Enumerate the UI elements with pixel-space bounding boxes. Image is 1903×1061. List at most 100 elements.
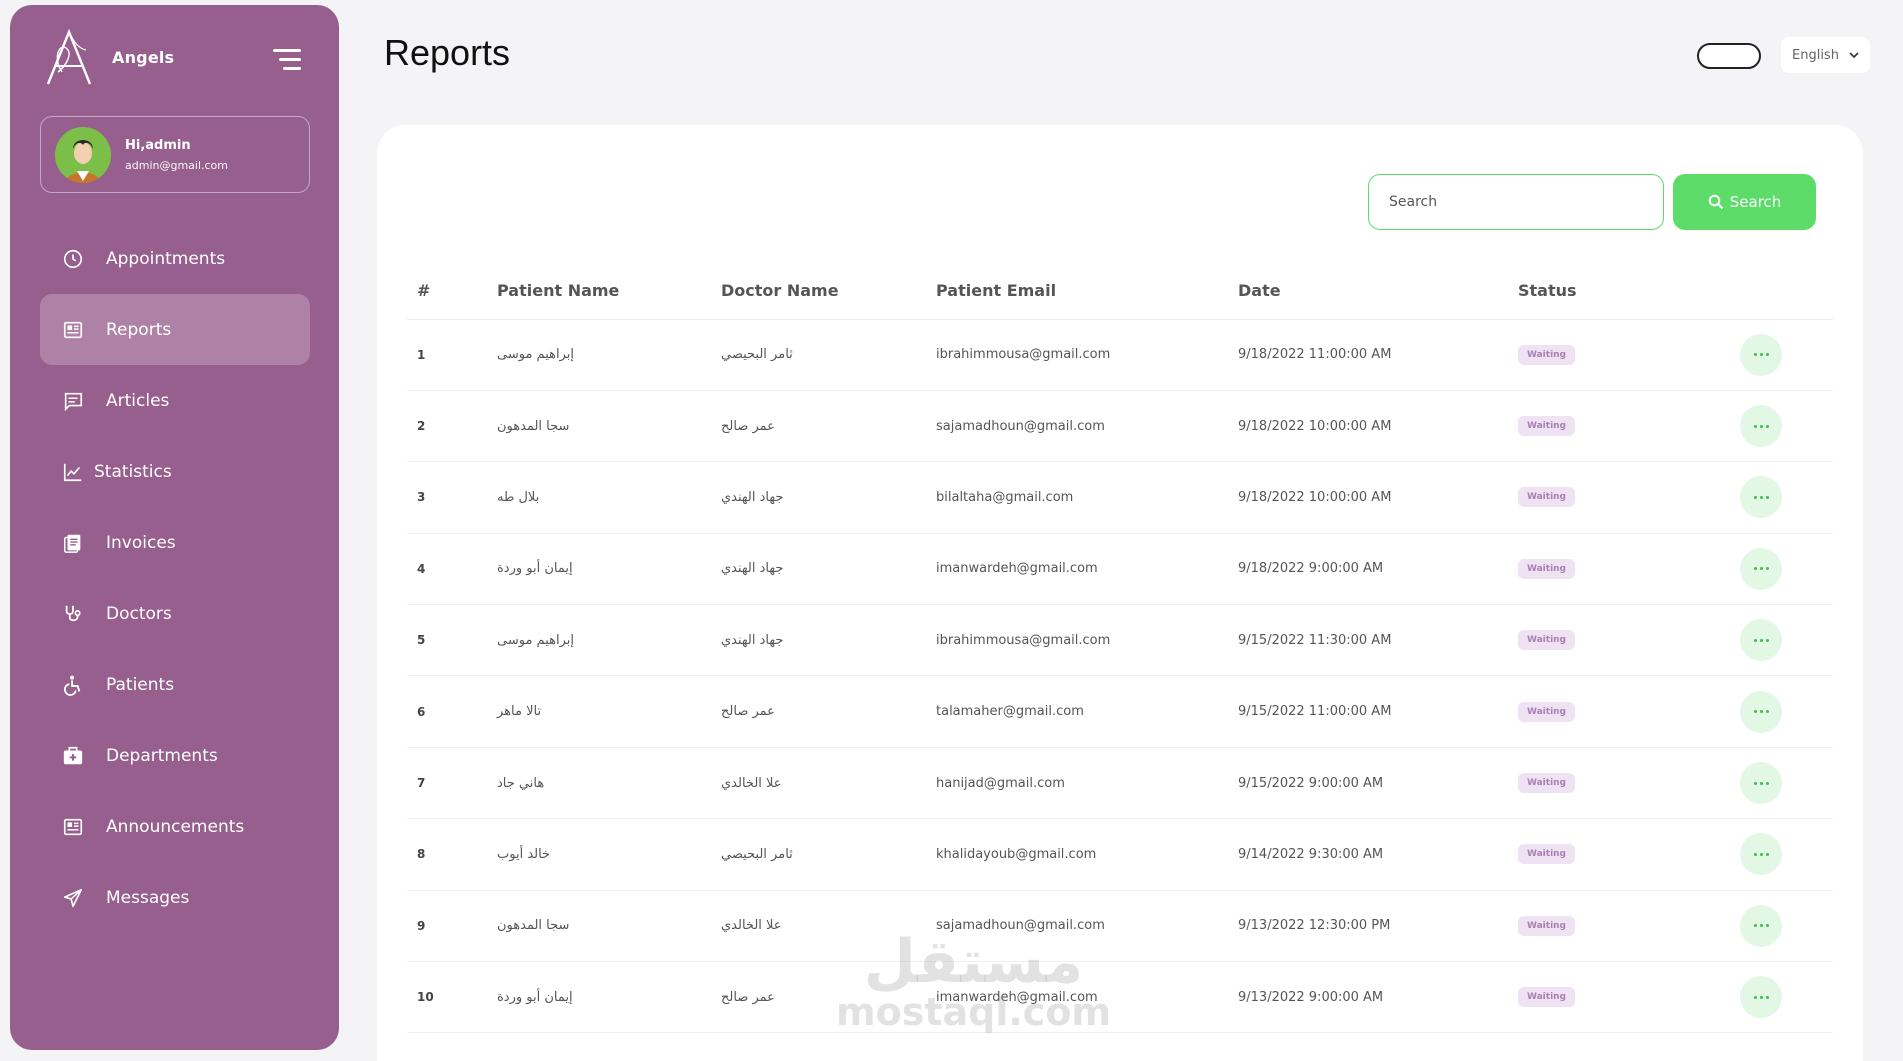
search-button[interactable]: Search (1673, 174, 1816, 230)
table-row[interactable]: 6 تالا ماهر عمر صالح talamaher@gmail.com 9/1… (407, 675, 1833, 748)
stethoscope-icon (60, 601, 86, 627)
brand[interactable]: Angels (42, 27, 174, 87)
actions-cell (1740, 461, 1833, 534)
more-options-button[interactable] (1740, 619, 1782, 662)
patient-email: bilaltaha@gmail.com (936, 461, 1238, 534)
appointment-date: 9/15/2022 11:00:00 AM (1238, 675, 1518, 748)
row-number: 8 (407, 818, 497, 891)
column-header-patient-name[interactable]: Patient Name (497, 263, 721, 320)
table-row[interactable]: 3 بلال طه جهاد الهندي bilaltaha@gmail.com 9/… (407, 461, 1833, 534)
actions-cell (1740, 604, 1833, 677)
more-options-button[interactable] (1740, 762, 1782, 805)
sidebar-item-statistics[interactable]: Statistics (40, 436, 310, 507)
patient-name: بلال طه (497, 461, 721, 534)
more-options-button[interactable] (1740, 476, 1782, 519)
table-row[interactable]: 9 سجا المدهون علا الخالدي sajamadhoun@gmail… (407, 890, 1833, 963)
status-badge: Waiting (1518, 416, 1576, 437)
doctor-name: عمر صالح (721, 675, 936, 748)
patient-email: talamaher@gmail.com (936, 675, 1238, 748)
language-select[interactable]: English (1781, 37, 1870, 73)
user-card[interactable]: Hi,admin admin@gmail.com (40, 116, 310, 193)
more-options-button[interactable] (1740, 333, 1782, 376)
search-input[interactable] (1368, 174, 1664, 230)
status-cell: Waiting (1518, 961, 1740, 1034)
table-row[interactable]: 10 إيمان أبو وردة عمر صالح imanwardeh@gmail… (407, 961, 1833, 1034)
more-options-button[interactable] (1740, 976, 1782, 1019)
sidebar-item-announcements[interactable]: Announcements (40, 791, 310, 862)
status-cell: Waiting (1518, 604, 1740, 677)
more-options-button[interactable] (1740, 833, 1782, 876)
patient-name: هاني جاد (497, 747, 721, 820)
appointment-date: 9/18/2022 10:00:00 AM (1238, 390, 1518, 463)
more-options-button[interactable] (1740, 904, 1782, 947)
status-badge: Waiting (1518, 487, 1576, 508)
doctor-name: جهاد الهندي (721, 461, 936, 534)
patient-email: ibrahimmousa@gmail.com (936, 319, 1238, 391)
sidebar-item-label: Articles (106, 390, 170, 411)
table-header-row: # Patient Name Doctor Name Patient Email… (407, 263, 1833, 320)
angels-logo-icon (46, 28, 92, 85)
status-cell: Waiting (1518, 319, 1740, 391)
patient-email: hanijad@gmail.com (936, 747, 1238, 820)
theme-toggle[interactable] (1697, 43, 1761, 69)
patient-name: خالد أيوب (497, 818, 721, 891)
sidebar-item-articles[interactable]: Articles (40, 365, 310, 436)
language-label: English (1792, 47, 1839, 63)
search-icon (1708, 194, 1723, 210)
table-row[interactable]: 5 إبراهيم موسى جهاد الهندي ibrahimmousa@gma… (407, 604, 1833, 677)
status-badge: Waiting (1518, 773, 1576, 794)
actions-cell (1740, 818, 1833, 891)
newspaper-icon (60, 814, 86, 840)
sidebar-item-invoices[interactable]: Invoices (40, 507, 310, 578)
sidebar-nav: Appointments Reports Articles Statistics… (40, 223, 310, 933)
column-header-patient-email[interactable]: Patient Email (936, 263, 1238, 320)
table-row[interactable]: 4 إيمان أبو وردة جهاد الهندي imanwardeh@gma… (407, 533, 1833, 606)
doctor-name: علا الخالدي (721, 890, 936, 963)
sidebar-item-label: Announcements (106, 816, 245, 837)
doctor-name: علا الخالدي (721, 747, 936, 820)
row-number: 10 (407, 961, 497, 1034)
appointment-date: 9/14/2022 9:30:00 AM (1238, 818, 1518, 891)
more-options-button[interactable] (1740, 547, 1782, 590)
more-options-button[interactable] (1740, 405, 1782, 448)
wheelchair-icon (60, 672, 86, 698)
sidebar-item-label: Statistics (94, 461, 172, 482)
table-row[interactable]: 8 خالد أيوب ثامر البحيصي khalidayoub@gmail.… (407, 818, 1833, 891)
doctor-name: عمر صالح (721, 961, 936, 1034)
sidebar-item-doctors[interactable]: Doctors (40, 578, 310, 649)
sidebar-item-departments[interactable]: Departments (40, 720, 310, 791)
sidebar-item-appointments[interactable]: Appointments (40, 223, 310, 294)
paper-plane-icon (60, 885, 86, 911)
table-row[interactable]: 1 إبراهيم موسى ثامر البحيصي ibrahimmousa@gm… (407, 319, 1833, 391)
row-number: 3 (407, 461, 497, 534)
chevron-down-icon (1849, 52, 1859, 59)
status-cell: Waiting (1518, 675, 1740, 748)
column-header-doctor-name[interactable]: Doctor Name (721, 263, 936, 320)
table-row[interactable]: 2 سجا المدهون عمر صالح sajamadhoun@gmail.co… (407, 390, 1833, 463)
actions-cell (1740, 533, 1833, 606)
sidebar-item-messages[interactable]: Messages (40, 862, 310, 933)
sidebar-item-patients[interactable]: Patients (40, 649, 310, 720)
patient-email: khalidayoub@gmail.com (936, 818, 1238, 891)
row-number: 5 (407, 604, 497, 677)
patient-name: سجا المدهون (497, 890, 721, 963)
chart-line-icon (60, 459, 86, 485)
reports-table: # Patient Name Doctor Name Patient Email… (407, 263, 1833, 1034)
status-badge: Waiting (1518, 558, 1576, 579)
menu-toggle-icon[interactable] (273, 49, 303, 73)
status-badge: Waiting (1518, 987, 1576, 1008)
patient-email: sajamadhoun@gmail.com (936, 890, 1238, 963)
more-options-button[interactable] (1740, 690, 1782, 733)
appointment-date: 9/18/2022 9:00:00 AM (1238, 533, 1518, 606)
column-header-number[interactable]: # (407, 263, 497, 320)
column-header-date[interactable]: Date (1238, 263, 1518, 320)
table-row[interactable]: 7 هاني جاد علا الخالدي hanijad@gmail.com 9/1… (407, 747, 1833, 820)
row-number: 1 (407, 319, 497, 391)
row-number: 4 (407, 533, 497, 606)
page-title: Reports (384, 32, 511, 73)
sidebar-item-reports[interactable]: Reports (40, 294, 310, 365)
column-header-status[interactable]: Status (1518, 263, 1740, 320)
patient-name: إيمان أبو وردة (497, 961, 721, 1034)
sidebar-item-label: Departments (106, 745, 218, 766)
patient-name: تالا ماهر (497, 675, 721, 748)
